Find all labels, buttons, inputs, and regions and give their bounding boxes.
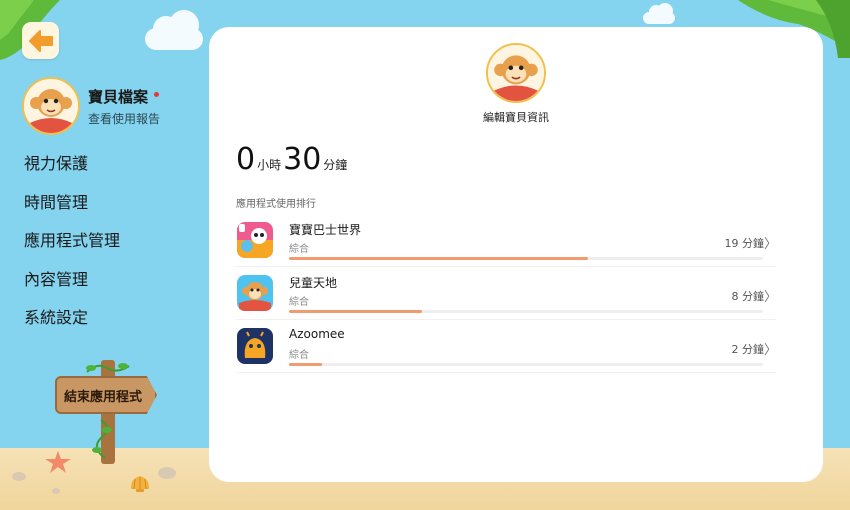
notification-dot	[154, 91, 160, 97]
monkey-avatar-icon	[24, 79, 78, 133]
babybus-world-app-icon	[237, 222, 273, 258]
usage-hours: 0	[236, 142, 256, 177]
app-usage-time: 2 分鐘	[731, 342, 765, 356]
profile-section[interactable]: 寶貝檔案 查看使用報告	[22, 77, 160, 135]
cloud-decoration	[643, 3, 675, 24]
sidebar-item-app-management[interactable]: 應用程式管理	[24, 227, 120, 266]
chevron-right-icon: 〉	[763, 289, 777, 305]
profile-subtitle[interactable]: 查看使用報告	[88, 110, 160, 127]
app-category: 綜合	[289, 243, 309, 255]
pebble-decoration	[158, 467, 176, 479]
shell-icon	[130, 476, 150, 492]
app-usage-time: 8 分鐘	[731, 289, 765, 303]
app-name: 兒童天地	[289, 275, 338, 290]
cloud-decoration	[145, 10, 203, 50]
avatar	[22, 77, 80, 135]
chevron-right-icon: 〉	[763, 236, 777, 252]
app-category: 綜合	[289, 349, 309, 361]
baby-avatar[interactable]	[486, 43, 546, 103]
list-item[interactable]: Azoomee 綜合 2 分鐘 〉	[236, 320, 777, 373]
app-name: 寶寶巴士世界	[289, 222, 362, 237]
usage-progress-fill	[289, 256, 588, 260]
kids-world-app-icon	[237, 275, 273, 311]
sidebar-item-eye-protection[interactable]: 視力保護	[24, 150, 120, 189]
usage-report-card: 編輯寶貝資訊 0 小時 30 分鐘 應用程式使用排行 寶寶巴士世界 綜合 19 …	[209, 27, 823, 482]
edit-baby-info-link[interactable]: 編輯寶貝資訊	[209, 109, 823, 125]
vine-decoration	[86, 363, 130, 459]
app-ranking-title: 應用程式使用排行	[236, 199, 316, 210]
monkey-avatar-icon	[488, 45, 544, 101]
exit-app-sign[interactable]: 結束應用程式	[55, 358, 165, 466]
app-usage-time: 19 分鐘	[724, 236, 765, 250]
sidebar-item-content-management[interactable]: 內容管理	[24, 266, 120, 305]
list-item[interactable]: 兒童天地 綜合 8 分鐘 〉	[236, 267, 777, 320]
sidebar-item-system-settings[interactable]: 系統設定	[24, 304, 120, 343]
usage-progress-fill	[289, 309, 422, 313]
profile-name: 寶貝檔案	[88, 86, 160, 107]
app-category: 綜合	[289, 296, 309, 308]
arrow-left-icon	[28, 29, 53, 52]
usage-progress-track	[289, 309, 763, 313]
usage-progress-fill	[289, 362, 323, 366]
pebble-decoration	[52, 488, 60, 494]
hours-unit: 小時	[257, 158, 282, 172]
usage-progress-track	[289, 362, 763, 366]
azoomee-app-icon	[237, 328, 273, 364]
usage-progress-track	[289, 256, 763, 260]
back-button[interactable]	[22, 22, 59, 59]
chevron-right-icon: 〉	[763, 342, 777, 358]
sidebar-item-time-management[interactable]: 時間管理	[24, 189, 120, 228]
sidebar-nav: 視力保護 時間管理 應用程式管理 內容管理 系統設定	[24, 150, 120, 343]
minutes-unit: 分鐘	[323, 158, 348, 172]
app-usage-list: 寶寶巴士世界 綜合 19 分鐘 〉 兒童天地 綜合 8 分鐘 〉 Azoomee…	[236, 214, 777, 373]
app-name: Azoomee	[289, 326, 345, 341]
list-item[interactable]: 寶寶巴士世界 綜合 19 分鐘 〉	[236, 214, 777, 267]
usage-minutes: 30	[283, 142, 322, 177]
total-usage-time: 0 小時 30 分鐘	[236, 142, 349, 177]
pebble-decoration	[12, 472, 26, 481]
